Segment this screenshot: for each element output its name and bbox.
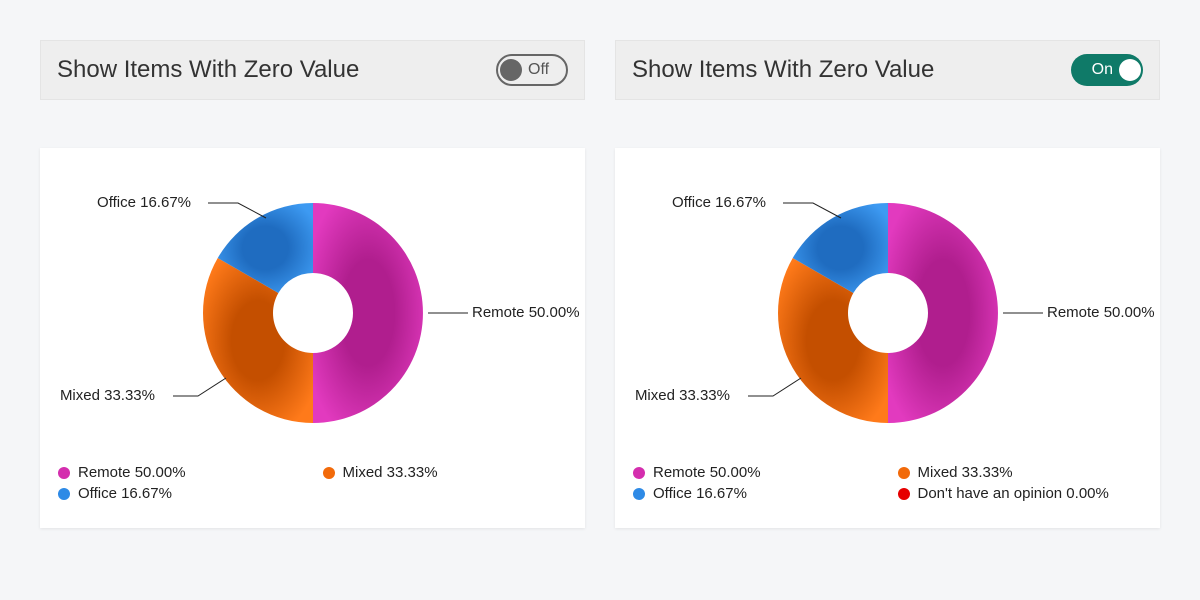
legend-swatch-icon — [323, 467, 335, 479]
legend-item[interactable]: Office 16.67% — [633, 485, 878, 502]
callout-mixed: Mixed 33.33% — [635, 387, 730, 404]
legend-label: Mixed 33.33% — [343, 464, 438, 481]
zero-value-toggle-off[interactable]: Off — [496, 54, 568, 86]
legend-swatch-icon — [898, 467, 910, 479]
legend-item[interactable]: Mixed 33.33% — [898, 464, 1143, 481]
callout-remote: Remote 50.00% — [1047, 304, 1155, 321]
zero-value-toggle-on[interactable]: On — [1071, 54, 1143, 86]
legend-off: Remote 50.00% Mixed 33.33% Office 16.67% — [58, 464, 567, 502]
legend-label: Office 16.67% — [78, 485, 172, 502]
callout-remote: Remote 50.00% — [472, 304, 580, 321]
toggle-bar-off: Show Items With Zero Value Off — [40, 40, 585, 100]
legend-on: Remote 50.00% Mixed 33.33% Office 16.67% Do… — [633, 464, 1142, 502]
legend-item[interactable]: Remote 50.00% — [633, 464, 878, 481]
legend-swatch-icon — [633, 467, 645, 479]
legend-item[interactable]: Mixed 33.33% — [323, 464, 568, 481]
legend-label: Mixed 33.33% — [918, 464, 1013, 481]
legend-label: Office 16.67% — [653, 485, 747, 502]
callout-office: Office 16.67% — [97, 194, 191, 211]
callout-mixed: Mixed 33.33% — [60, 387, 155, 404]
callout-office: Office 16.67% — [672, 194, 766, 211]
legend-label: Remote 50.00% — [653, 464, 761, 481]
toggle-bar-on: Show Items With Zero Value On — [615, 40, 1160, 100]
legend-item[interactable]: Office 16.67% — [58, 485, 303, 502]
toggle-knob-icon — [1119, 59, 1141, 81]
panel-zero-on: Show Items With Zero Value On — [615, 40, 1160, 528]
legend-swatch-icon — [58, 467, 70, 479]
legend-label: Remote 50.00% — [78, 464, 186, 481]
legend-label: Don't have an opinion 0.00% — [918, 485, 1109, 502]
donut-chart-on: Remote 50.00% Mixed 33.33% Office 16.67% — [633, 168, 1142, 458]
chart-card-on: Remote 50.00% Mixed 33.33% Office 16.67%… — [615, 148, 1160, 528]
legend-item[interactable]: Don't have an opinion 0.00% — [898, 485, 1143, 502]
panel-zero-off: Show Items With Zero Value Off — [40, 40, 585, 528]
donut-chart-off: Remote 50.00% Mixed 33.33% Office 16.67% — [58, 168, 567, 458]
toggle-state-text: Off — [528, 61, 549, 79]
toggle-state-text: On — [1092, 61, 1113, 79]
legend-item[interactable]: Remote 50.00% — [58, 464, 303, 481]
toggle-label: Show Items With Zero Value — [57, 56, 359, 84]
legend-swatch-icon — [633, 488, 645, 500]
chart-card-off: Remote 50.00% Mixed 33.33% Office 16.67%… — [40, 148, 585, 528]
legend-swatch-icon — [58, 488, 70, 500]
legend-swatch-icon — [898, 488, 910, 500]
toggle-label: Show Items With Zero Value — [632, 56, 934, 84]
toggle-knob-icon — [500, 59, 522, 81]
